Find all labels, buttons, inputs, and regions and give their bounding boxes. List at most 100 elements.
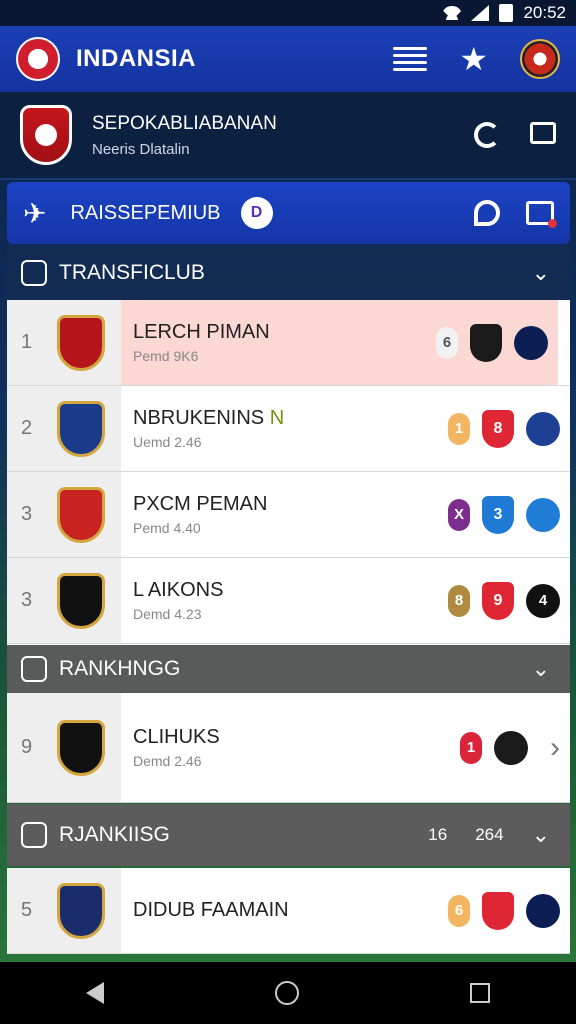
row-rank-cell: 3 <box>7 558 121 643</box>
badge-icon <box>470 323 502 362</box>
badge-icon <box>526 893 560 928</box>
player-name: CLIHUKS <box>133 726 220 748</box>
rank-number: 1 <box>21 331 33 353</box>
table-row[interactable]: 1 LERCH PIMAN Pemd 9K6 6 <box>7 300 570 386</box>
battery-icon <box>499 4 514 22</box>
badge-icon <box>526 497 560 532</box>
ranking-table-2: 5 DIDUB FAAMAIN 6 <box>7 868 570 954</box>
badge-icon: 4 <box>526 583 560 618</box>
table-row[interactable]: 5 DIDUB FAAMAIN 6 <box>7 868 570 954</box>
tab-title: RAISSEPEMIUB <box>70 201 221 224</box>
club-crest-icon <box>57 572 105 629</box>
badge-icon: 9 <box>482 581 514 620</box>
club-crest-icon <box>57 400 105 457</box>
club-crest <box>20 105 72 165</box>
badge-icon <box>482 891 514 930</box>
wifi-icon <box>443 6 462 20</box>
tab-badge: D <box>240 197 273 229</box>
section-count: 16 <box>428 825 448 844</box>
chevron-down-icon[interactable]: ⌄ <box>532 260 550 286</box>
row-body: PXCM PEMAN Pemd 4.40 X 3 <box>121 472 570 557</box>
row-body: CLIHUKS Demd 2.46 1 › <box>121 693 570 802</box>
badge-icon: 1 <box>460 731 482 764</box>
club-crest-icon <box>57 314 105 371</box>
badge-icon: 3 <box>482 495 514 534</box>
player-meta: Demd 2.46 <box>133 753 202 769</box>
rank-number: 5 <box>21 899 33 921</box>
app-title: INDANSIA <box>76 45 197 72</box>
transfer-table: 1 LERCH PIMAN Pemd 9K6 6 2 NBRUKENINS N Uemd 2… <box>7 300 570 645</box>
status-bar: 20:52 <box>0 0 576 26</box>
refresh-icon[interactable] <box>474 122 500 148</box>
rocket-icon: ✈ <box>23 197 47 229</box>
rank-number: 9 <box>21 736 33 758</box>
club-header: SEPOKABLIABANAN Neeris Dlatalin <box>0 92 576 180</box>
player-meta: Pemd 9K6 <box>133 348 199 364</box>
chevron-right-icon[interactable]: › <box>550 731 560 765</box>
section-header-ranking[interactable]: RANKHNGG ⌄ <box>7 645 570 693</box>
section-tab-bar[interactable]: ✈ RAISSEPEMIUB D <box>7 182 570 244</box>
player-meta: Demd 4.23 <box>133 606 202 622</box>
row-body: NBRUKENINS N Uemd 2.46 1 8 <box>121 386 570 471</box>
row-rank-cell: 2 <box>7 386 121 471</box>
row-body: DIDUB FAAMAIN 6 <box>121 868 570 953</box>
section-icon <box>21 260 47 286</box>
menu-icon[interactable] <box>393 47 428 71</box>
badge-icon: 8 <box>482 409 514 448</box>
badge-icon: 6 <box>436 326 458 359</box>
chevron-down-icon[interactable]: ⌄ <box>532 656 550 682</box>
profile-team-badge[interactable] <box>520 39 560 79</box>
player-meta: Pemd 4.40 <box>133 520 201 536</box>
badge-icon: 8 <box>448 584 470 617</box>
player-meta: Uemd 2.46 <box>133 434 202 450</box>
recent-apps-icon[interactable] <box>470 983 491 1003</box>
row-body: L AIKONS Demd 4.23 8 9 4 <box>121 558 570 643</box>
club-crest-icon <box>57 486 105 543</box>
section-total: 264 <box>475 825 504 844</box>
badge-icon <box>494 730 528 765</box>
section-icon <box>21 656 47 682</box>
player-name: L AIKONS <box>133 579 224 601</box>
name-accent: N <box>264 407 285 429</box>
section-icon <box>21 822 47 848</box>
rank-number: 3 <box>21 503 33 525</box>
system-nav-bar <box>0 962 576 1024</box>
player-name: NBRUKENINS N <box>133 407 285 429</box>
badge-icon: 1 <box>448 412 470 445</box>
app-bar: INDANSIA ★ <box>0 26 576 92</box>
section-title: RANKHNGG <box>59 657 181 680</box>
back-icon[interactable] <box>85 982 104 1004</box>
table-row[interactable]: 9 CLIHUKS Demd 2.46 1 › <box>7 693 570 803</box>
rank-number: 2 <box>21 417 33 439</box>
app-logo <box>16 37 60 81</box>
badge-icon <box>526 411 560 446</box>
section-title: TRANSFICLUB <box>59 261 205 284</box>
home-icon[interactable] <box>274 981 299 1005</box>
table-row[interactable]: 3 PXCM PEMAN Pemd 4.40 X 3 <box>7 472 570 558</box>
player-name: DIDUB FAAMAIN <box>133 899 289 921</box>
rank-number: 3 <box>21 589 33 611</box>
section-title: RJANKIISG <box>59 823 170 846</box>
club-name: SEPOKABLIABANAN <box>92 112 277 134</box>
table-row[interactable]: 3 L AIKONS Demd 4.23 8 9 4 <box>7 558 570 644</box>
window-icon[interactable] <box>530 122 556 144</box>
player-name: PXCM PEMAN <box>133 493 268 515</box>
status-time: 20:52 <box>523 3 566 22</box>
badge-icon <box>514 325 548 360</box>
table-row[interactable]: 2 NBRUKENINS N Uemd 2.46 1 8 <box>7 386 570 472</box>
club-crest-icon <box>57 719 105 776</box>
row-body: LERCH PIMAN Pemd 9K6 6 <box>121 300 558 385</box>
ranking-table: 9 CLIHUKS Demd 2.46 1 › <box>7 693 570 803</box>
badge-icon: 6 <box>448 894 470 927</box>
row-rank-cell: 9 <box>7 693 121 802</box>
favorite-star-icon[interactable]: ★ <box>459 43 488 75</box>
edit-icon[interactable] <box>526 201 557 228</box>
signal-icon <box>471 5 490 21</box>
chat-icon[interactable] <box>474 200 500 226</box>
club-subtitle: Neeris Dlatalin <box>92 140 190 158</box>
club-crest-icon <box>57 882 105 939</box>
section-header-transfer[interactable]: TRANSFICLUB ⌄ <box>7 246 570 300</box>
chevron-down-icon[interactable]: ⌄ <box>532 822 550 848</box>
section-header-ranking-2[interactable]: RJANKIISG 16 264 ⌄ <box>7 804 570 866</box>
player-name: LERCH PIMAN <box>133 321 270 343</box>
